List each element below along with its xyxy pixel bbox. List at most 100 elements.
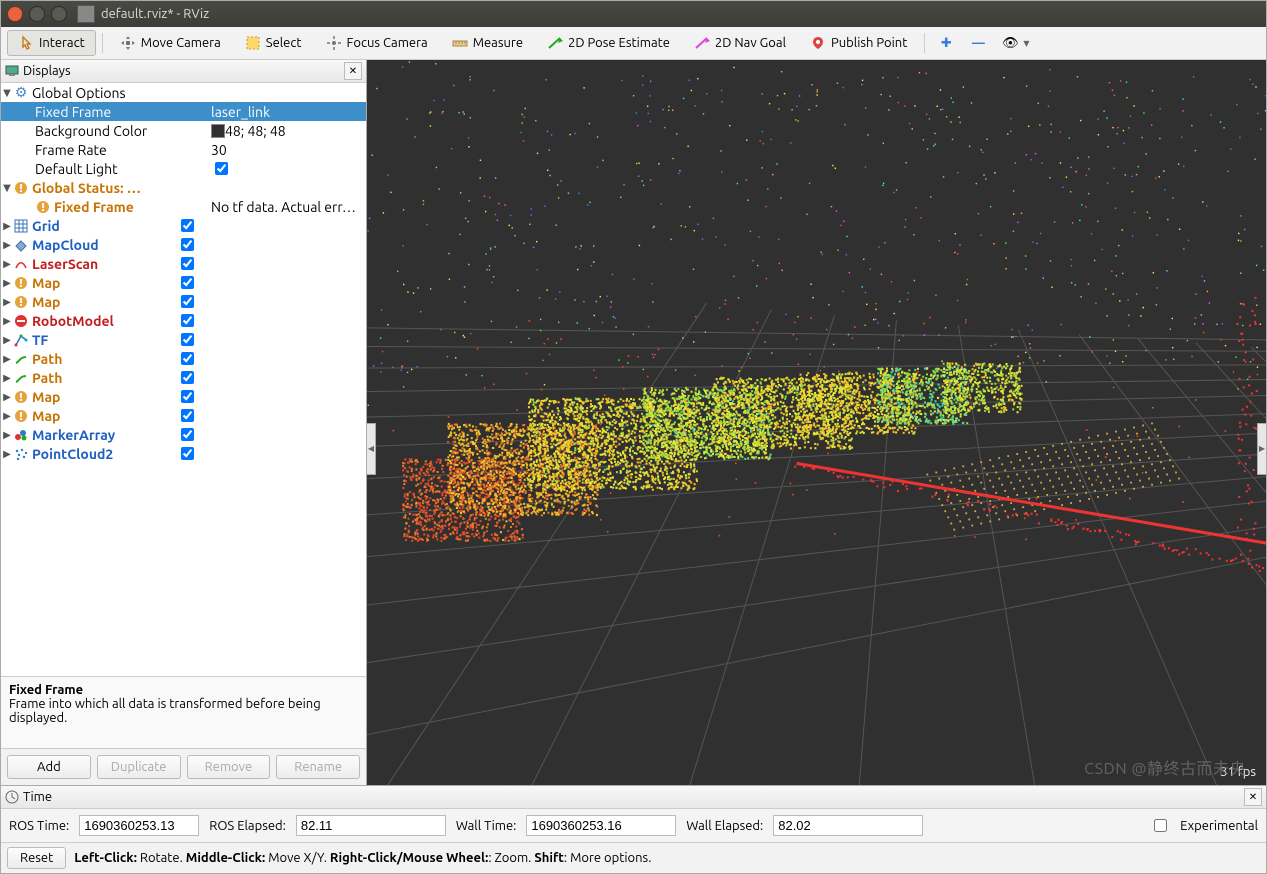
tree-row[interactable]: ▶Path [1, 368, 366, 387]
add-tool-button[interactable]: ✚ [931, 30, 961, 56]
tree-row-frame-rate[interactable]: Frame Rate 30 [1, 140, 366, 159]
time-row: ROS Time: ROS Elapsed: Wall Time: Wall E… [1, 809, 1266, 842]
remove-tool-button[interactable]: — [963, 30, 993, 56]
interact-tool-button[interactable]: Interact [7, 30, 96, 56]
fixed-frame-value[interactable]: laser_link [211, 104, 270, 120]
eye-icon: 👁 [1002, 35, 1018, 51]
reset-button[interactable]: Reset [7, 847, 66, 869]
view-menu-button[interactable]: 👁▼ [995, 30, 1036, 56]
expand-icon[interactable]: ▶ [1, 353, 13, 365]
focus-camera-icon [326, 35, 342, 51]
displays-panel-header[interactable]: Displays ✕ [1, 60, 366, 83]
gear-icon: ⚙ [13, 85, 29, 101]
ros-elapsed-field[interactable] [296, 815, 446, 836]
expand-icon[interactable]: ▶ [1, 429, 13, 441]
tree-row[interactable]: ▶PointCloud2 [1, 444, 366, 463]
item-checkbox[interactable] [181, 295, 194, 308]
expand-icon[interactable]: ▶ [1, 410, 13, 422]
item-checkbox[interactable] [181, 390, 194, 403]
tree-row-global-options[interactable]: ▼ ⚙ Global Options [1, 83, 366, 102]
expand-icon[interactable]: ▶ [1, 372, 13, 384]
stop-icon [13, 313, 29, 329]
marker-icon [13, 427, 29, 443]
item-checkbox[interactable] [181, 447, 194, 460]
expand-icon[interactable]: ▶ [1, 239, 13, 251]
select-icon [245, 35, 261, 51]
frame-rate-value[interactable]: 30 [211, 142, 227, 158]
window-close-button[interactable] [7, 6, 23, 22]
time-panel-header[interactable]: Time ✕ [1, 786, 1266, 809]
item-label: LaserScan [32, 256, 98, 272]
tree-row[interactable]: ▶Map [1, 292, 366, 311]
tree-row[interactable]: ▶ RobotModel [1, 311, 366, 330]
wall-elapsed-label: Wall Elapsed: [686, 819, 763, 833]
collapse-icon[interactable]: ▼ [1, 182, 13, 194]
item-checkbox[interactable] [181, 371, 194, 384]
wall-time-field[interactable] [526, 815, 676, 836]
tree-row[interactable]: ▶Path [1, 349, 366, 368]
expand-icon[interactable]: ▶ [1, 220, 13, 232]
move-camera-icon [120, 35, 136, 51]
displays-close-button[interactable]: ✕ [344, 62, 362, 80]
tree-row-status-fixed-frame[interactable]: Fixed Frame No tf data. Actual err… [1, 197, 366, 216]
tree-row-background-color[interactable]: Background Color 48; 48; 48 [1, 121, 366, 140]
item-checkbox[interactable] [181, 409, 194, 422]
left-dock-handle[interactable]: ◀ [367, 423, 376, 475]
ros-time-field[interactable] [79, 815, 199, 836]
tree-row[interactable]: ▶MapCloud [1, 235, 366, 254]
tree-row-default-light[interactable]: Default Light [1, 159, 366, 178]
grid-icon [13, 218, 29, 234]
tree-row[interactable]: ▶Map [1, 273, 366, 292]
tree-row[interactable]: ▶ LaserScan [1, 254, 366, 273]
tree-row[interactable]: ▶TF [1, 330, 366, 349]
measure-tool-button[interactable]: Measure [441, 30, 534, 56]
pose-estimate-tool-button[interactable]: 2D Pose Estimate [536, 30, 681, 56]
expand-icon[interactable]: ▶ [1, 448, 13, 460]
item-checkbox[interactable] [181, 257, 194, 270]
item-label: RobotModel [32, 313, 114, 329]
expand-icon[interactable]: ▶ [1, 391, 13, 403]
nav-goal-icon [694, 35, 710, 51]
window-maximize-button[interactable] [51, 6, 67, 22]
tree-row-global-status[interactable]: ▼ Global Status: … [1, 178, 366, 197]
tree-row[interactable]: ▶Grid [1, 216, 366, 235]
tree-row-fixed-frame[interactable]: Fixed Frame laser_link [1, 102, 366, 121]
wall-elapsed-field[interactable] [773, 815, 923, 836]
grid2-icon [13, 237, 29, 253]
time-close-button[interactable]: ✕ [1244, 788, 1262, 806]
item-checkbox[interactable] [181, 219, 194, 232]
select-tool-button[interactable]: Select [234, 30, 313, 56]
add-button[interactable]: Add [7, 755, 91, 779]
item-checkbox[interactable] [181, 314, 194, 327]
tree-row[interactable]: ▶MarkerArray [1, 425, 366, 444]
status-ff-value: No tf data. Actual err… [211, 199, 356, 215]
expand-icon[interactable]: ▶ [1, 315, 13, 327]
displays-tree[interactable]: ▼ ⚙ Global Options Fixed Frame laser_lin… [1, 83, 366, 676]
focus-camera-tool-button[interactable]: Focus Camera [315, 30, 439, 56]
move-camera-tool-button[interactable]: Move Camera [109, 30, 232, 56]
global-options-label: Global Options [32, 85, 126, 101]
item-checkbox[interactable] [181, 333, 194, 346]
item-checkbox[interactable] [181, 352, 194, 365]
experimental-checkbox[interactable] [1154, 819, 1167, 832]
right-dock-handle[interactable]: ▶ [1257, 423, 1266, 475]
expand-icon[interactable]: ▶ [1, 258, 13, 270]
tree-row[interactable]: ▶Map [1, 387, 366, 406]
collapse-icon[interactable]: ▼ [1, 87, 13, 99]
item-checkbox[interactable] [181, 276, 194, 289]
3d-view[interactable]: ◀ ▶ [367, 60, 1266, 785]
expand-icon[interactable]: ▶ [1, 296, 13, 308]
displays-buttons: Add Duplicate Remove Rename [1, 748, 366, 785]
expand-icon[interactable]: ▶ [1, 277, 13, 289]
wall-time-label: Wall Time: [456, 819, 517, 833]
item-checkbox[interactable] [181, 238, 194, 251]
nav-goal-tool-button[interactable]: 2D Nav Goal [683, 30, 797, 56]
expand-icon[interactable]: ▶ [1, 334, 13, 346]
window-minimize-button[interactable] [29, 6, 45, 22]
color-swatch[interactable] [211, 124, 225, 138]
default-light-checkbox[interactable] [215, 162, 228, 175]
publish-point-tool-button[interactable]: Publish Point [799, 30, 918, 56]
item-checkbox[interactable] [181, 428, 194, 441]
move-camera-label: Move Camera [141, 36, 221, 50]
tree-row[interactable]: ▶Map [1, 406, 366, 425]
